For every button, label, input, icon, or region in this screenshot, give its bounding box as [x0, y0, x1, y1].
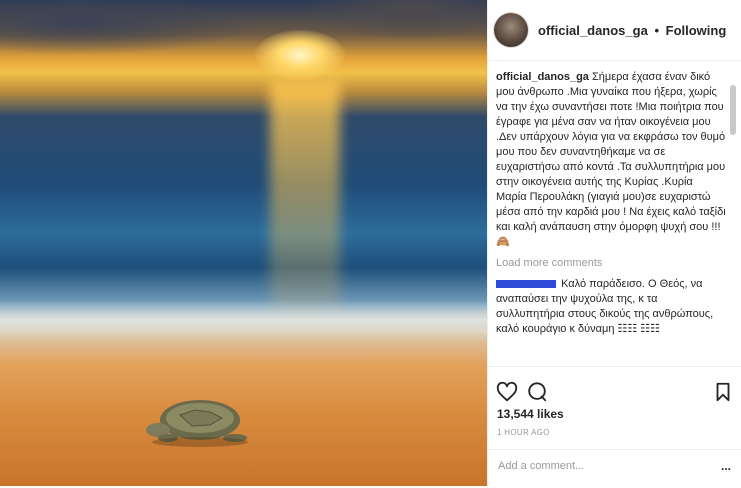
post-header: official_danos_ga • Following: [488, 0, 741, 61]
actions-section: 13,544 likes 1 HOUR AGO ...: [488, 366, 741, 487]
redacted-username: [496, 280, 556, 289]
heart-icon[interactable]: [496, 381, 518, 403]
post-image[interactable]: [0, 0, 487, 486]
add-comment-input[interactable]: [496, 459, 700, 473]
following-button[interactable]: Following: [666, 23, 727, 38]
caption-username[interactable]: official_danos_ga: [496, 71, 589, 83]
comment-item: Καλό παράδεισο. Ο Θεός, να αναπαύσει την…: [496, 277, 726, 337]
cloud: [300, 0, 487, 40]
likes-count[interactable]: 13,544 likes: [497, 407, 564, 421]
post-side-panel: official_danos_ga • Following official_d…: [488, 0, 741, 486]
comment-icon[interactable]: [526, 381, 548, 403]
scrollbar[interactable]: [730, 85, 736, 135]
comments-list[interactable]: official_danos_ga Σήμερα έχασα έναν δικό…: [496, 70, 726, 362]
header-user-line: official_danos_ga • Following: [538, 23, 726, 38]
wave-foam: [0, 300, 487, 340]
username-link[interactable]: official_danos_ga: [538, 23, 648, 38]
caption: official_danos_ga Σήμερα έχασα έναν δικό…: [496, 70, 726, 250]
avatar[interactable]: [494, 13, 528, 47]
turtle-illustration: [146, 400, 248, 447]
sun-reflection: [270, 80, 340, 310]
separator-dot: •: [654, 23, 659, 38]
load-more-comments-link[interactable]: Load more comments: [496, 256, 726, 271]
post-timestamp[interactable]: 1 HOUR AGO: [497, 428, 550, 437]
add-comment-row: ...: [488, 449, 741, 488]
sun: [255, 30, 345, 80]
more-options-button[interactable]: ...: [721, 459, 731, 473]
bookmark-icon[interactable]: [712, 381, 734, 403]
cloud: [0, 0, 260, 55]
caption-text: Σήμερα έχασα έναν δικό μου άνθρωπο .Μια …: [496, 71, 726, 248]
